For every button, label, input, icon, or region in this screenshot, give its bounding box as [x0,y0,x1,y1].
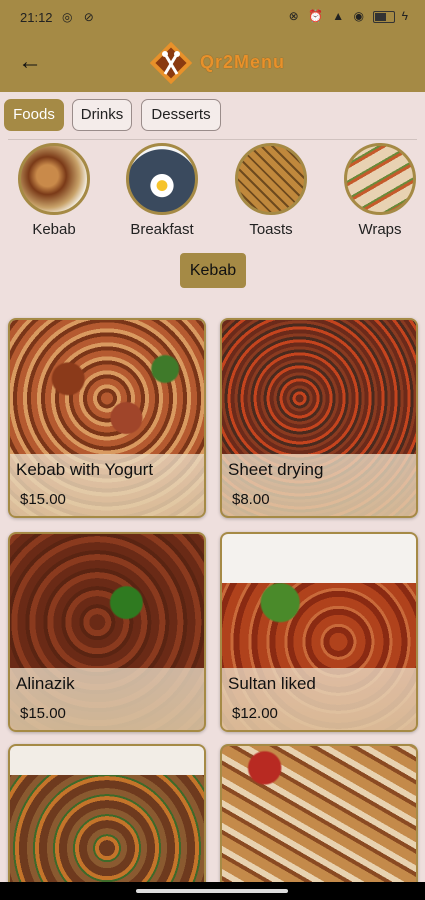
item-name: Sultan liked [228,674,316,693]
selected-category-chip: Kebab [180,253,246,288]
category-label: Kebab [32,221,76,238]
menu-item-card[interactable] [220,744,418,894]
category-breakfast[interactable]: Breakfast [117,143,207,238]
item-price: $8.00 [232,491,270,508]
system-nav-bar [0,882,425,900]
kebab-photo-icon [18,143,90,215]
category-kebab[interactable]: Kebab [9,143,99,238]
category-label: Toasts [249,221,293,238]
logo-icon [149,42,193,84]
menu-item-card[interactable] [8,744,206,894]
wraps-photo-icon [344,143,416,215]
food-photo [10,746,204,892]
category-label: Wraps [358,221,402,238]
app-bar: ← Qr2Menu [0,34,425,92]
toasts-photo-icon [235,143,307,215]
item-price: $15.00 [20,705,66,722]
item-price: $12.00 [232,705,278,722]
menu-item-card[interactable]: Alinazik $15.00 [8,532,206,732]
breakfast-photo-icon [126,143,198,215]
notification-icons: ◎ ⊘ [62,10,98,24]
menu-item-card[interactable]: Sultan liked $12.00 [220,532,418,732]
item-price: $15.00 [20,491,66,508]
back-arrow-icon[interactable]: ← [18,48,42,76]
category-label: Breakfast [130,221,194,238]
item-name: Alinazik [16,674,75,693]
food-photo [222,746,416,892]
status-time: 21:12 [20,10,53,25]
system-icons: ⊗ ⏰ ▲ ◉ ϟ [288,9,411,23]
battery-icon [373,10,396,23]
home-gesture-handle[interactable] [136,889,288,893]
brand-title: Qr2Menu [200,52,286,72]
tab-desserts[interactable]: Desserts [141,99,221,131]
menu-item-card[interactable]: Sheet drying $8.00 [220,318,418,518]
tab-drinks[interactable]: Drinks [72,99,132,131]
menu-item-card[interactable]: Kebab with Yogurt $15.00 [8,318,206,518]
item-name: Kebab with Yogurt [16,460,154,479]
category-toasts[interactable]: Toasts [226,143,316,238]
divider [8,139,417,140]
status-bar: 21:12 ◎ ⊘ ⊗ ⏰ ▲ ◉ ϟ [0,0,425,34]
category-wraps[interactable]: Wraps [335,143,425,238]
item-name: Sheet drying [228,460,324,479]
tab-foods[interactable]: Foods [4,99,64,131]
